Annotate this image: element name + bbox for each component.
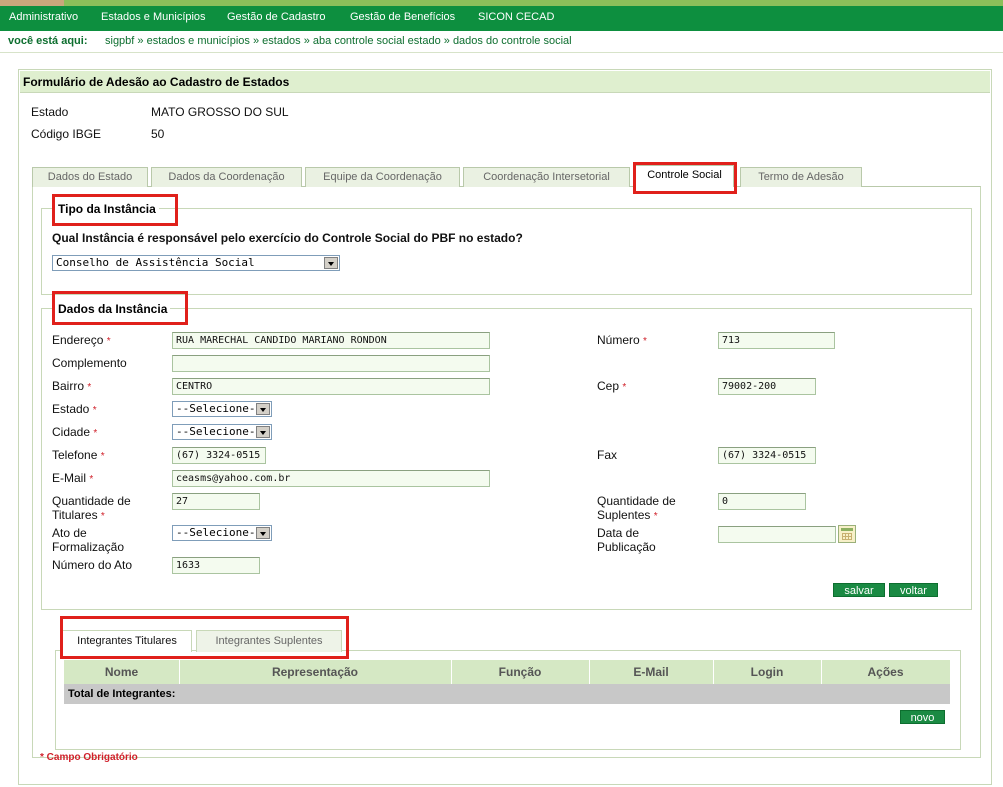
tipo-instancia-selected: Conselho de Assistência Social [56,256,255,269]
chevron-down-icon[interactable] [256,426,270,438]
telefone-input[interactable]: (67) 3324-0515 [172,447,266,464]
estado-field-label: Estado * [52,402,97,416]
chevron-down-icon[interactable] [324,257,338,269]
telefone-label: Telefone * [52,448,105,462]
calendar-icon[interactable] [838,525,856,543]
menu-item-gestao-beneficios[interactable]: Gestão de Benefícios [350,11,455,23]
required-mark: * [92,405,97,416]
bairro-input[interactable]: CENTRO [172,378,490,395]
form-header: Formulário de Adesão ao Cadastro de Esta… [20,71,990,93]
cidade-select[interactable]: --Selecione-- [172,424,272,440]
numero-input[interactable]: 713 [718,332,835,349]
required-mark: * [653,511,658,522]
required-mark: * [643,336,647,347]
ibge-value: 50 [151,127,165,141]
required-mark: * [622,382,627,393]
qtd-suplentes-label: Quantidade de Suplentes * [597,494,676,522]
highlight-controle-social [633,162,737,194]
col-funcao: Função [498,665,542,679]
complemento-label: Complemento [52,356,127,370]
qtd-suplentes-input[interactable]: 0 [718,493,806,510]
voltar-button[interactable]: voltar [889,583,938,597]
numero-ato-label: Número do Ato [52,558,133,572]
estado-label: Estado [31,105,69,119]
qtd-titulares-label: Quantidade de Titulares * [52,494,131,522]
endereco-label: Endereço * [52,333,111,347]
cidade-label: Cidade * [52,425,98,439]
email-input[interactable]: ceasms@yahoo.com.br [172,470,490,487]
ato-selected: --Selecione-- [176,526,263,539]
required-mark: * [100,511,105,522]
menu-item-estados-municipios[interactable]: Estados e Municípios [101,11,206,23]
numero-ato-input[interactable]: 1633 [172,557,260,574]
fax-input[interactable]: (67) 3324-0515 [718,447,816,464]
required-mark: * [89,474,94,485]
breadcrumb: você está aqui: sigpbf » estados e munic… [0,31,1003,53]
cep-label: Cep * [597,379,627,393]
ato-formalizacao-label: Ato de Formalização [52,526,125,554]
required-mark: * [100,451,105,462]
required-mark: * [93,428,98,439]
tipo-instancia-fieldset [41,208,972,295]
menu-item-administrativo[interactable]: Administrativo [9,11,78,23]
integrantes-total-row: Total de Integrantes: [64,684,950,704]
tab-termo-adesao[interactable]: Termo de Adesão [740,167,862,187]
required-mark: * [87,382,92,393]
highlight-tipo-instancia [52,194,178,226]
novo-button[interactable]: novo [900,710,945,724]
bairro-label: Bairro * [52,379,92,393]
tab-coordenacao-intersetorial[interactable]: Coordenação Intersetorial [463,167,630,187]
chevron-down-icon[interactable] [256,527,270,539]
email-label: E-Mail * [52,471,94,485]
col-acoes: Ações [867,665,904,679]
ibge-label: Código IBGE [31,127,102,141]
qtd-titulares-input[interactable]: 27 [172,493,260,510]
estado-selected: --Selecione-- [176,402,263,415]
menu-item-sicon-cecad[interactable]: SICON CECAD [478,11,554,23]
tab-equipe-coordenacao[interactable]: Equipe da Coordenação [305,167,460,187]
tipo-instancia-select[interactable]: Conselho de Assistência Social [52,255,340,271]
data-publicacao-label: Data de Publicação [597,526,656,554]
col-login: Login [750,665,784,679]
col-representacao: Representação [271,665,359,679]
data-publicacao-input[interactable] [718,526,836,543]
ato-formalizacao-select[interactable]: --Selecione-- [172,525,272,541]
col-email: E-Mail [633,665,669,679]
cidade-selected: --Selecione-- [176,425,263,438]
integrantes-table-header: Nome Representação Função E-Mail Login A… [64,660,950,684]
fax-label: Fax [597,448,618,462]
highlight-dados-instancia [52,291,188,325]
estado-value: MATO GROSSO DO SUL [151,105,289,119]
tab-dados-estado[interactable]: Dados do Estado [32,167,148,187]
required-field-note: * Campo Obrigatório [40,752,138,763]
estado-select[interactable]: --Selecione-- [172,401,272,417]
page: Administrativo Estados e Municípios Gest… [0,0,1003,787]
tipo-question: Qual Instância é responsável pelo exercí… [52,231,523,245]
menu-item-gestao-cadastro[interactable]: Gestão de Cadastro [227,11,325,23]
endereco-input[interactable]: RUA MARECHAL CANDIDO MARIANO RONDON [172,332,490,349]
main-menu: Administrativo Estados e Municípios Gest… [0,6,1003,31]
highlight-integrantes-tabs [60,616,349,659]
required-mark: * [106,336,111,347]
form-title: Formulário de Adesão ao Cadastro de Esta… [23,75,290,89]
salvar-button[interactable]: salvar [833,583,885,597]
breadcrumb-path[interactable]: sigpbf » estados e municípios » estados … [105,35,572,47]
complemento-input[interactable] [172,355,490,372]
chevron-down-icon[interactable] [256,403,270,415]
numero-label: Número * [597,333,647,347]
tab-dados-coordenacao[interactable]: Dados da Coordenação [151,167,302,187]
col-nome: Nome [104,665,139,679]
cep-input[interactable]: 79002-200 [718,378,816,395]
breadcrumb-label: você está aqui: [8,35,88,47]
total-integrantes-label: Total de Integrantes: [68,688,176,700]
